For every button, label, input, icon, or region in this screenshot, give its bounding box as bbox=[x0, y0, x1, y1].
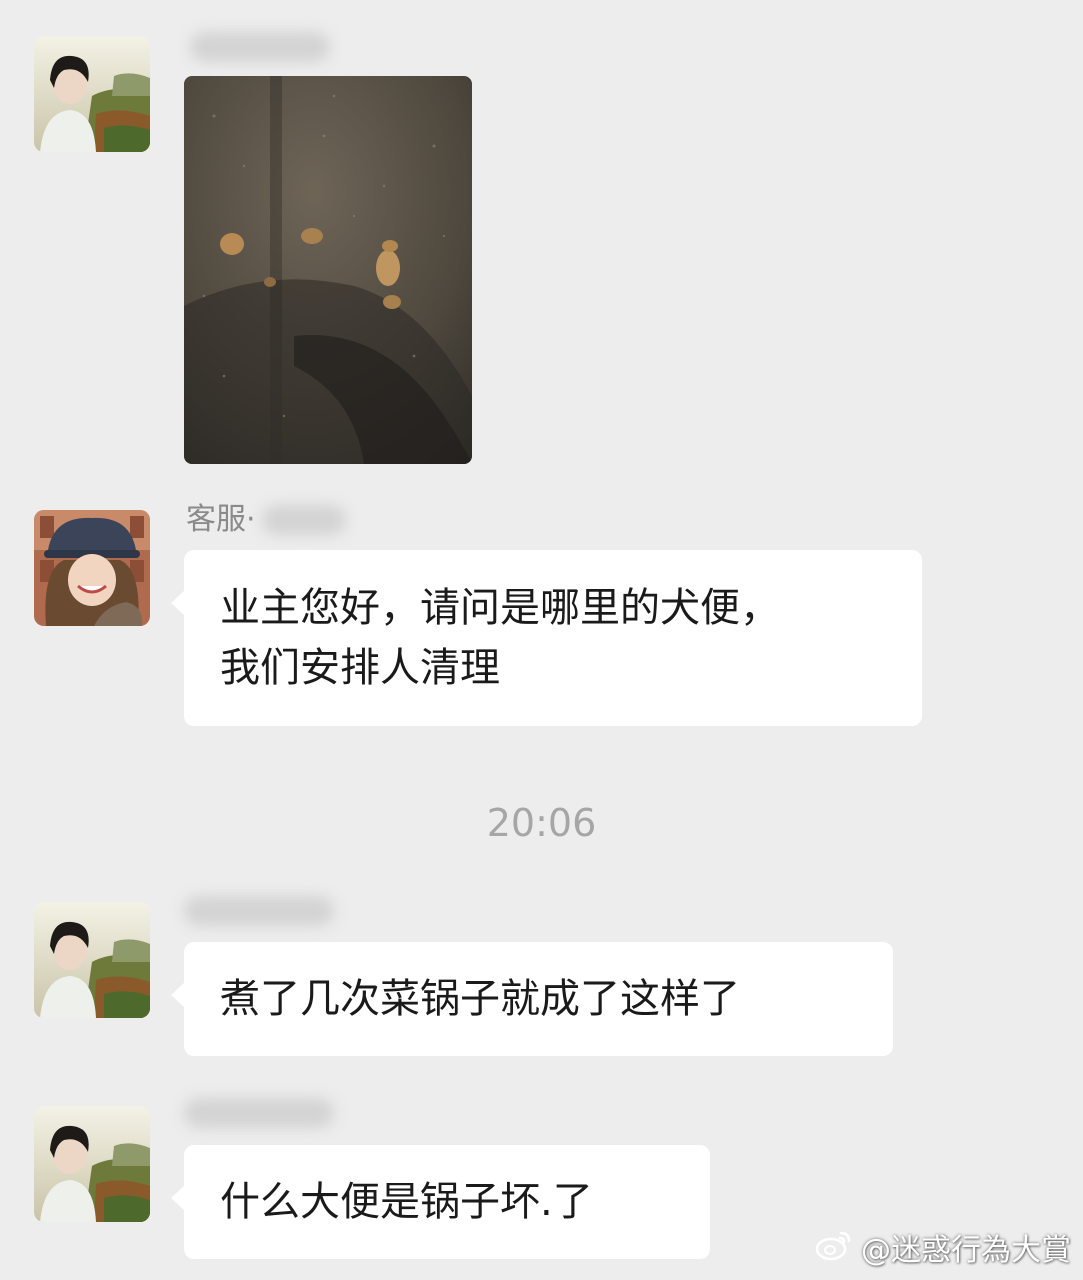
photo-message[interactable] bbox=[184, 76, 472, 464]
chat-bubble[interactable]: 煮了几次菜锅子就成了这样了 bbox=[171, 942, 893, 1056]
owner-avatar-icon[interactable] bbox=[34, 36, 150, 152]
weibo-icon bbox=[815, 1229, 853, 1272]
watermark: @迷惑行為大賞 bbox=[815, 1229, 1071, 1272]
sender-name-blurred bbox=[184, 896, 334, 926]
agent-avatar-icon[interactable] bbox=[34, 510, 150, 626]
timestamp: 20:06 bbox=[486, 801, 597, 845]
chat-bubble[interactable]: 什么大便是锅子坏.了 bbox=[171, 1145, 710, 1259]
message-text: 业主您好，请问是哪里的犬便， 我们安排人清理 bbox=[220, 585, 780, 691]
message-text: 煮了几次菜锅子就成了这样了 bbox=[220, 976, 740, 1022]
sender-name-blurred bbox=[262, 505, 346, 535]
owner-avatar-icon[interactable] bbox=[34, 1106, 150, 1222]
message-text: 什么大便是锅子坏.了 bbox=[220, 1179, 593, 1225]
sender-name-blurred bbox=[184, 1098, 334, 1128]
sender-name-blurred bbox=[190, 32, 330, 62]
watermark-text: @迷惑行為大賞 bbox=[861, 1232, 1071, 1268]
owner-avatar-icon[interactable] bbox=[34, 902, 150, 1018]
chat-bubble[interactable]: 业主您好，请问是哪里的犬便， 我们安排人清理 bbox=[171, 550, 922, 726]
sender-name: 客服· bbox=[186, 502, 256, 537]
